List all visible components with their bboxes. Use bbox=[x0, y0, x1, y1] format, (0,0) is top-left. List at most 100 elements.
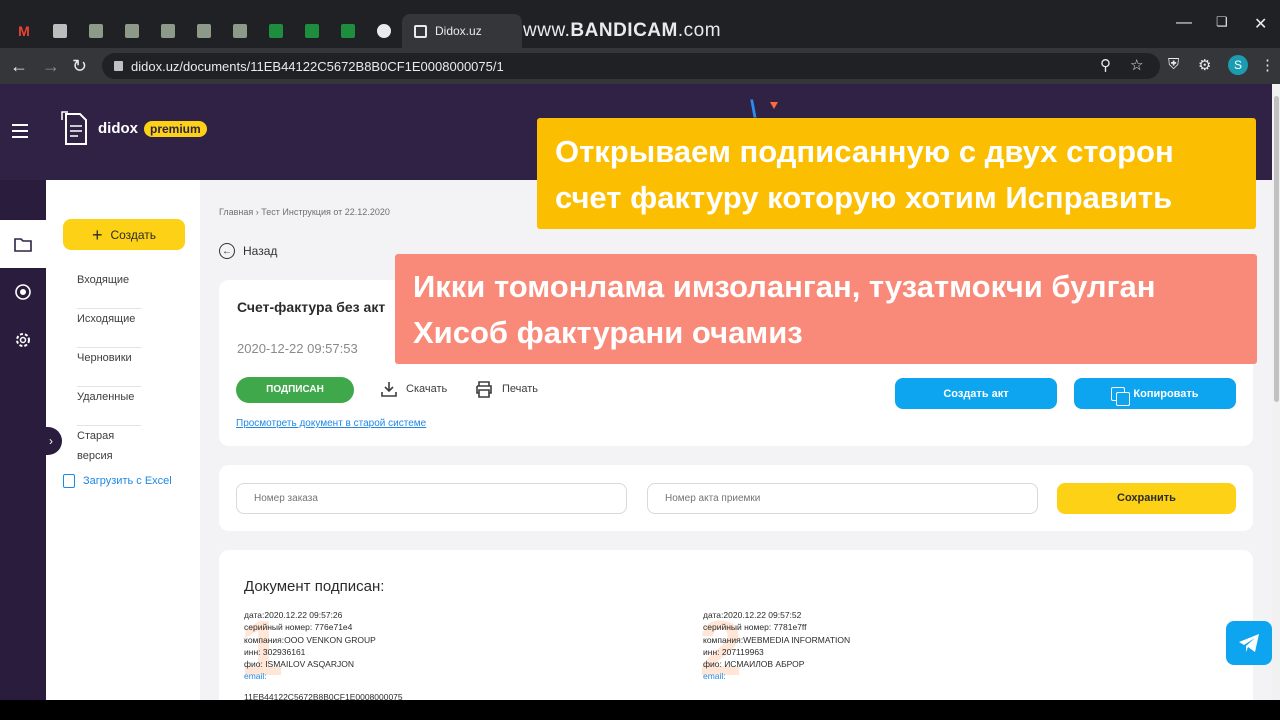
reload-icon[interactable]: ↻ bbox=[72, 56, 87, 76]
back-arrow-icon[interactable]: ← bbox=[10, 56, 28, 76]
forward-arrow-icon[interactable]: → bbox=[42, 56, 60, 76]
bandicam-watermark: www.BANDICAM.com bbox=[523, 20, 722, 41]
pinned-tab-2[interactable] bbox=[116, 14, 148, 48]
signer-2-company: компания:WEBMEDIA INFORMATION bbox=[703, 634, 851, 645]
avatar[interactable]: S bbox=[1228, 55, 1248, 75]
act-number-input[interactable] bbox=[647, 483, 1038, 514]
telegram-icon bbox=[1239, 634, 1259, 652]
create-act-button[interactable]: Создать акт bbox=[895, 378, 1057, 409]
download-button[interactable]: Скачать bbox=[380, 380, 447, 398]
active-tab[interactable]: Didox.uz bbox=[402, 14, 522, 48]
active-tab-title: Didox.uz bbox=[435, 24, 482, 38]
rail-support[interactable] bbox=[0, 268, 46, 316]
hamburger-menu-icon[interactable] bbox=[12, 124, 28, 142]
print-button[interactable]: Печать bbox=[474, 380, 538, 398]
restore-icon[interactable]: ❏ bbox=[1216, 14, 1228, 30]
signer-2-email: email: bbox=[703, 671, 726, 682]
sidebar-item-old-version[interactable]: Старая версия bbox=[77, 426, 141, 465]
signatures-title: Документ подписан: bbox=[244, 578, 385, 595]
pinned-tab-3[interactable] bbox=[152, 14, 184, 48]
logo-text: didox bbox=[98, 120, 138, 137]
caption-russian: Открываем подписанную с двух сторон счет… bbox=[537, 118, 1256, 229]
more-menu-icon[interactable]: ⋮ bbox=[1260, 56, 1275, 74]
sidebar-item-deleted[interactable]: Удаленные bbox=[77, 387, 141, 426]
file-upload-icon bbox=[63, 474, 75, 488]
pinned-tab-6[interactable] bbox=[260, 14, 292, 48]
star-icon[interactable]: ☆ bbox=[1130, 56, 1143, 74]
caption-uzbek-line-2: Хисоб фактурани очамиз bbox=[413, 315, 803, 350]
sidebar-item-incoming[interactable]: Входящие bbox=[77, 270, 141, 309]
globe-icon bbox=[377, 24, 391, 38]
support-icon bbox=[15, 284, 31, 300]
signer-1-details: дата:2020.12.22 09:57:26 серийный номер:… bbox=[244, 609, 376, 683]
pinned-tab-doc[interactable] bbox=[44, 14, 76, 48]
shield-extension-icon[interactable]: ⛨ bbox=[1168, 56, 1179, 73]
browser-tab-strip: M Didox.uz www.BANDICAM.com — ❏ ✕ bbox=[0, 0, 1280, 48]
minimize-icon[interactable]: — bbox=[1176, 14, 1192, 32]
address-bar[interactable]: didox.uz/documents/11EB44122C5672B8B0CF1… bbox=[102, 53, 1160, 79]
pinned-tab-8[interactable] bbox=[332, 14, 364, 48]
old-system-link[interactable]: Просмотреть документ в старой системе bbox=[236, 418, 426, 429]
gmail-tab[interactable]: M bbox=[8, 14, 40, 48]
scrollbar-thumb[interactable] bbox=[1274, 96, 1279, 402]
site-icon bbox=[233, 24, 247, 38]
order-number-input[interactable] bbox=[236, 483, 627, 514]
site-icon bbox=[125, 24, 139, 38]
sidebar-item-drafts[interactable]: Черновики bbox=[77, 348, 141, 387]
caption-russian-line-1: Открываем подписанную с двух сторон bbox=[555, 134, 1174, 169]
back-button[interactable]: ← Назад bbox=[219, 243, 277, 259]
signer-1-email: email: bbox=[244, 671, 267, 682]
premium-badge: premium bbox=[144, 121, 207, 137]
download-icon bbox=[381, 382, 397, 397]
signer-2-date: дата:2020.12.22 09:57:52 bbox=[703, 610, 802, 620]
didox-favicon-icon bbox=[414, 24, 427, 38]
page-title: Счет-фактура без акт bbox=[237, 299, 386, 315]
pinned-tab-9[interactable] bbox=[368, 14, 400, 48]
print-label: Печать bbox=[502, 383, 539, 395]
pinned-tab-4[interactable] bbox=[188, 14, 220, 48]
back-label: Назад bbox=[243, 244, 278, 258]
caption-uzbek-line-1: Икки томонлама имзоланган, тузатмокчи бу… bbox=[413, 269, 1156, 304]
puzzle-icon[interactable]: ⚙ bbox=[1198, 56, 1211, 74]
breadcrumb: Главная › Тест Инструкция от 22.12.2020 bbox=[219, 207, 390, 217]
plus-icon: + bbox=[91, 224, 103, 245]
breadcrumb-home[interactable]: Главная bbox=[219, 207, 253, 217]
signer-1-date: дата:2020.12.22 09:57:26 bbox=[244, 610, 343, 620]
signer-1-inn: инн: 302936161 bbox=[244, 646, 306, 657]
caption-russian-line-2: счет фактуру которую хотим Исправить bbox=[555, 180, 1173, 215]
upload-excel-link[interactable]: Загрузить с Excel bbox=[63, 474, 172, 488]
lock-icon bbox=[114, 61, 123, 71]
signer-1-serial: серийный номер: 776e71e4 bbox=[244, 622, 353, 633]
copy-button[interactable]: Копировать bbox=[1074, 378, 1236, 409]
search-icon[interactable]: ⚲ bbox=[1100, 56, 1111, 74]
signer-1-fio: фио: ISMAILOV ASQARJON bbox=[244, 659, 354, 670]
document-date: 2020-12-22 09:57:53 bbox=[237, 341, 358, 356]
site-icon bbox=[161, 24, 175, 38]
copy-label: Копировать bbox=[1133, 387, 1199, 400]
didox-logo-icon bbox=[61, 111, 87, 145]
caption-uzbek: Икки томонлама имзоланган, тузатмокчи бу… bbox=[395, 254, 1257, 364]
pinned-tab-1[interactable] bbox=[80, 14, 112, 48]
telegram-button[interactable] bbox=[1226, 621, 1272, 665]
gear-icon bbox=[16, 333, 30, 347]
pinned-tab-7[interactable] bbox=[296, 14, 328, 48]
printer-icon bbox=[476, 381, 492, 398]
sidebar-item-outgoing[interactable]: Исходящие bbox=[77, 309, 141, 348]
pinned-tab-5[interactable] bbox=[224, 14, 256, 48]
save-button[interactable]: Сохранить bbox=[1057, 483, 1236, 514]
signer-1-company: компания:OOO VENKON GROUP bbox=[244, 634, 376, 645]
rail-documents[interactable] bbox=[0, 220, 46, 268]
rail-settings[interactable] bbox=[0, 316, 46, 364]
back-circle-arrow-icon: ← bbox=[219, 243, 235, 259]
sheet-icon bbox=[341, 24, 355, 38]
signer-2-details: дата:2020.12.22 09:57:52 серийный номер:… bbox=[703, 609, 850, 683]
video-bottom-bar bbox=[0, 700, 1280, 720]
breadcrumb-current: Тест Инструкция от 22.12.2020 bbox=[261, 207, 390, 217]
signer-2-serial: серийный номер: 7781e7ff bbox=[703, 622, 807, 633]
sheet-icon bbox=[269, 24, 283, 38]
signer-2-inn: инн: 207119963 bbox=[703, 646, 764, 657]
copy-icon bbox=[1111, 386, 1131, 406]
create-button[interactable]: + Создать bbox=[63, 219, 185, 250]
download-label: Скачать bbox=[406, 383, 448, 395]
close-icon[interactable]: ✕ bbox=[1254, 14, 1267, 34]
